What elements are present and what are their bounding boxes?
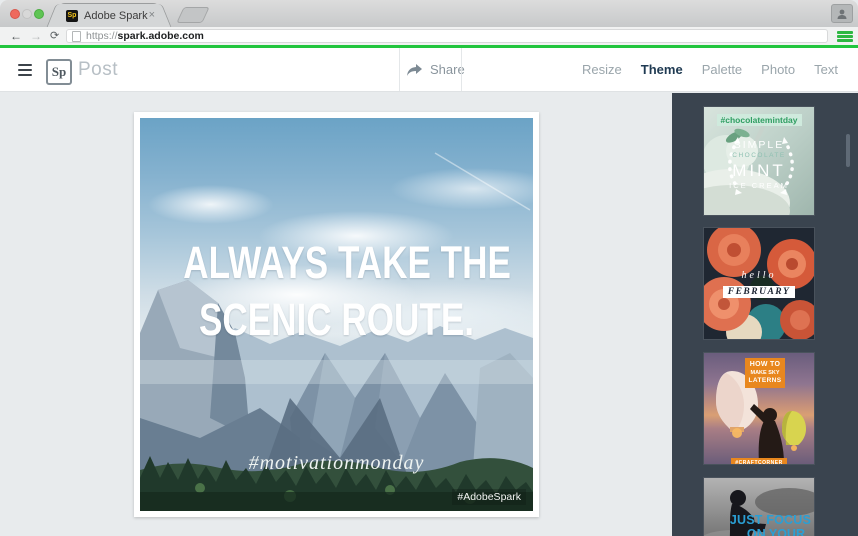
browser-tab-strip: Sp Adobe Spark × [0,0,858,28]
post-hashtag[interactable]: #motivationmonday [140,452,533,475]
person-icon [837,9,847,19]
browser-tab[interactable]: Sp Adobe Spark × [58,3,160,27]
post-card[interactable]: ALWAYS TAKE THE SCENIC ROUTE. #motivatio… [134,112,539,517]
lantern-title-box: HOW TO MAKE SKY LATERNS [745,358,785,388]
theme-hashtag-badge: #chocolatemintday [704,110,814,128]
theme-thumbnail-focus[interactable]: JUST FOCUS ON YOUR [704,478,814,536]
reload-icon[interactable]: ⟳ [50,28,59,44]
editor-nav-tabs: Resize Theme Palette Photo Text [582,48,838,91]
theme-thumbnail-february[interactable]: hello FEBRUARY [704,228,814,339]
url-protocol: https:// [86,30,118,42]
browser-url-row: ← → ⟳ https://spark.adobe.com [0,27,858,45]
address-bar[interactable]: https://spark.adobe.com [66,29,828,43]
page-icon [72,30,81,42]
tab-theme[interactable]: Theme [641,62,683,77]
theme-thumbnail-lanterns[interactable]: HOW TO MAKE SKY LATERNS #CRAFTCORNER [704,353,814,464]
share-label: Share [430,62,465,77]
tab-close-icon[interactable]: × [149,9,155,21]
post-photo[interactable]: ALWAYS TAKE THE SCENIC ROUTE. #motivatio… [140,118,533,511]
tab-photo[interactable]: Photo [761,62,795,77]
profile-button[interactable] [831,4,853,23]
new-tab-button[interactable] [176,7,210,23]
editor-content: ALWAYS TAKE THE SCENIC ROUTE. #motivatio… [0,93,858,536]
share-arrow-icon [407,63,422,76]
february-text: hello FEBRUARY [704,270,814,299]
theme-panel: #chocolatemintday SIMPLE CHOCOLATE MINT … [672,93,858,536]
post-headline[interactable]: ALWAYS TAKE THE SCENIC ROUTE. [140,234,533,348]
theme-thumbnail-mint[interactable]: #chocolatemintday SIMPLE CHOCOLATE MINT … [704,107,814,215]
tab-resize[interactable]: Resize [582,62,622,77]
product-title: Post [78,59,119,80]
browser-menu-icon[interactable] [837,31,853,42]
app-menu-icon[interactable] [18,64,32,76]
tab-palette[interactable]: Palette [702,62,742,77]
spark-favicon-icon: Sp [66,9,78,22]
headline-line-1: ALWAYS TAKE THE [183,237,511,288]
window-zoom-icon[interactable] [34,9,44,19]
browser-window: Sp Adobe Spark × ← → ⟳ https://spark.ado… [0,0,858,536]
headline-line-2: SCENIC ROUTE. [199,294,474,345]
toolbar-divider [461,48,462,91]
app-toolbar: Sp Post Share Resize Theme Palette Photo… [0,48,858,92]
back-icon[interactable]: ← [10,28,22,44]
mint-text: SIMPLE CHOCOLATE MINT ICE CREAM [729,139,789,190]
adobespark-watermark: #AdobeSpark [452,489,526,505]
spark-logo[interactable]: Sp [46,59,72,85]
share-button[interactable]: Share [406,48,465,91]
sidebar-scrollbar[interactable] [846,134,850,167]
tab-text[interactable]: Text [814,62,838,77]
toolbar-divider [399,48,400,91]
forward-icon[interactable]: → [30,28,42,44]
design-canvas: ALWAYS TAKE THE SCENIC ROUTE. #motivatio… [0,93,672,536]
focus-text: JUST FOCUS ON YOUR [729,513,811,536]
craftcorner-ribbon: #CRAFTCORNER [704,451,814,464]
window-close-icon[interactable] [10,9,20,19]
url-domain: spark.adobe.com [117,30,204,42]
window-minimize-icon[interactable] [22,9,32,19]
tab-title: Adobe Spark [84,9,148,22]
